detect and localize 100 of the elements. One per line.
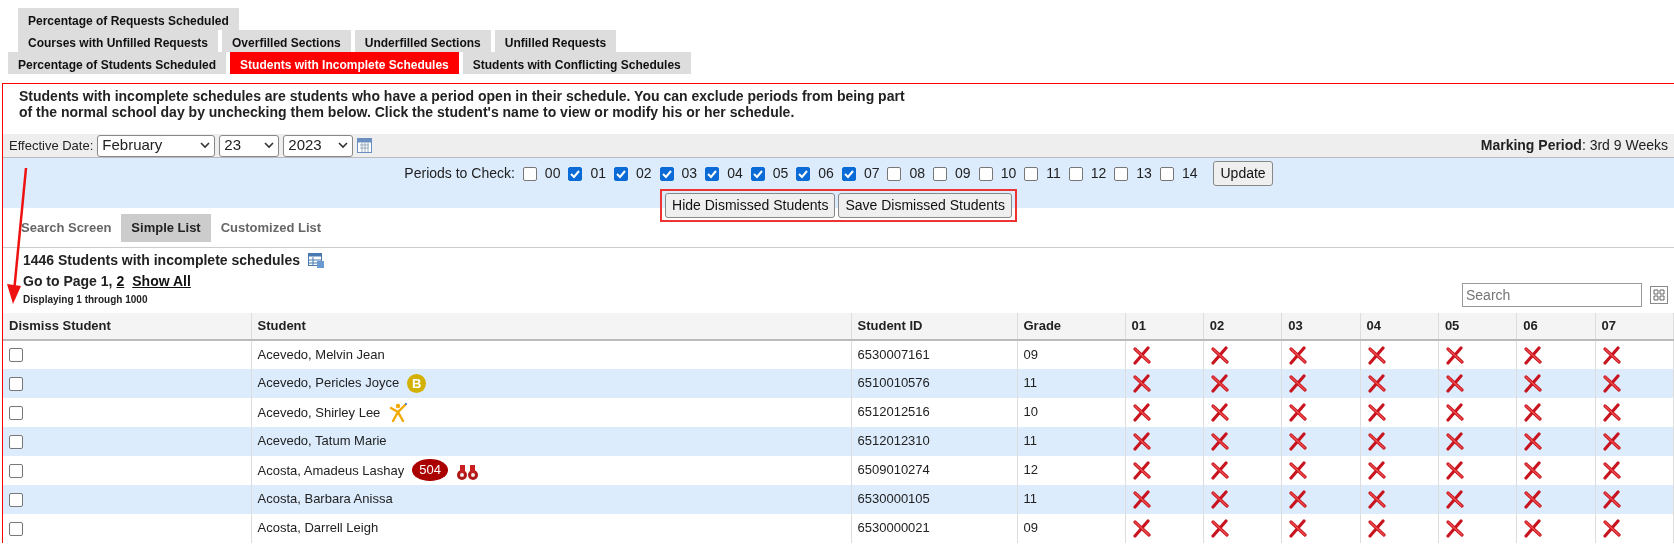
report-tab[interactable]: Overfilled Sections [222, 30, 351, 52]
period-label: 08 [909, 164, 926, 183]
period-checkbox[interactable] [841, 166, 856, 181]
report-tab[interactable]: Students with Incomplete Schedules [230, 52, 459, 74]
table-cell: 10 [1017, 397, 1125, 427]
student-link[interactable]: Acevedo, Shirley Lee [257, 402, 381, 422]
dismiss-checkbox[interactable] [9, 348, 23, 363]
column-header: 03 [1281, 312, 1361, 340]
period-checkbox[interactable] [978, 166, 993, 181]
student-link[interactable]: Acevedo, Tatum Marie [257, 431, 387, 451]
period-label: 09 [955, 164, 971, 183]
period-checkbox[interactable] [1068, 166, 1083, 181]
action-button[interactable]: Save Dismissed Students [838, 193, 1012, 218]
period-label: 12 [1090, 164, 1107, 183]
period-checkbox[interactable] [1024, 166, 1039, 181]
student-link[interactable]: Acevedo, Pericles Joyce [257, 373, 400, 393]
period-checkbox[interactable] [887, 166, 902, 181]
period-checkbox[interactable] [750, 166, 765, 181]
result-count: 1446 Students with incomplete schedules [23, 250, 300, 270]
report-tab[interactable]: Courses with Unfilled Requests [18, 30, 219, 52]
student-link[interactable]: Acevedo, Melvin Jean [257, 344, 385, 365]
dismiss-checkbox[interactable] [9, 434, 23, 449]
dismiss-checkbox[interactable] [9, 376, 23, 391]
search-field[interactable]: Search [1462, 282, 1642, 307]
period-checkbox[interactable] [933, 166, 948, 181]
action-button[interactable]: Hide Dismissed Students [665, 193, 836, 218]
table-cell: 6530007161 [851, 339, 1017, 369]
table-cell: 11 [1017, 368, 1125, 398]
report-tab[interactable]: Percentage of Requests Scheduled [18, 8, 239, 30]
column-header: 06 [1516, 312, 1596, 340]
coin-badge: B [407, 373, 427, 393]
update-button[interactable]: Update [1213, 161, 1273, 186]
date-dropdown[interactable]: February [97, 134, 216, 157]
student-link[interactable]: Acosta, Darrell Leigh [257, 518, 379, 538]
period-checkbox[interactable] [614, 166, 628, 181]
list-tab[interactable]: Customized List [210, 214, 332, 242]
table-cell: 6512012516 [851, 397, 1017, 427]
column-header: 02 [1203, 312, 1282, 340]
period-label: 05 [772, 164, 789, 183]
program-badge: 504 [412, 459, 448, 481]
field-label: Periods to Check: [404, 164, 515, 183]
column-header: 05 [1438, 312, 1517, 340]
table-cell: 09 [1017, 513, 1125, 543]
column-header: 01 [1125, 312, 1204, 340]
period-checkbox[interactable] [705, 166, 720, 181]
table-cell: 6509010274 [851, 455, 1017, 485]
report-tab[interactable]: Percentage of Students Scheduled [8, 52, 227, 74]
period-checkbox[interactable] [568, 166, 583, 181]
table-icon[interactable] [307, 252, 324, 268]
calendar-icon[interactable] [357, 138, 373, 153]
show-all-link[interactable]: Show All [132, 270, 191, 292]
marking-period-text: Marking Period: 3rd 9 Weeks [1480, 136, 1668, 155]
list-tab[interactable]: Simple List [121, 214, 211, 242]
report-tab[interactable]: Underfilled Sections [354, 30, 491, 52]
column-header: 04 [1360, 312, 1439, 340]
caret-icon [200, 142, 211, 149]
date-dropdown[interactable]: 23 [219, 134, 280, 157]
student-link[interactable]: Acosta, Barbara Anissa [257, 489, 393, 509]
period-label: 14 [1181, 164, 1198, 183]
period-label: 04 [727, 164, 743, 183]
table-cell: 6530000021 [851, 513, 1017, 543]
column-header: 07 [1595, 312, 1674, 340]
period-label: 00 [544, 164, 561, 183]
period-label: 13 [1136, 164, 1152, 183]
period-label: 10 [1000, 164, 1017, 183]
report-tab[interactable]: Students with Conflicting Schedules [462, 52, 691, 74]
dismiss-checkbox[interactable] [9, 405, 23, 420]
caret-icon [264, 142, 275, 149]
displaying-text: Displaying 1 through 1000 [23, 292, 149, 307]
table-cell: 09 [1017, 339, 1125, 369]
dismiss-checkbox[interactable] [9, 521, 23, 536]
description-text: Students with incomplete schedules are students who have a period open in their schedule. You can exclude periods from being part of the normal school day by unchecking them below. Click the student's name to view or modify his or her schedule. [18, 87, 906, 122]
period-checkbox[interactable] [1114, 166, 1129, 181]
column-header: Dismiss Student [3, 312, 251, 340]
column-header: Grade [1017, 312, 1125, 340]
field-label: Effective Date: [9, 136, 94, 155]
figure-icon [388, 402, 409, 422]
period-label: 03 [681, 164, 698, 183]
period-checkbox[interactable] [659, 166, 674, 181]
report-tab[interactable]: Unfilled Requests [494, 30, 617, 52]
period-checkbox[interactable] [1159, 166, 1174, 181]
period-checkbox[interactable] [796, 166, 811, 181]
date-dropdown[interactable]: 2023 [283, 134, 354, 157]
dismiss-checkbox[interactable] [9, 463, 23, 478]
grid-icon[interactable] [1650, 285, 1668, 304]
list-tab[interactable]: Search Screen [11, 214, 122, 242]
dismiss-checkbox[interactable] [9, 492, 23, 507]
table-cell: 11 [1017, 484, 1125, 514]
column-header: Student [251, 312, 851, 340]
table-cell: 6510010576 [851, 368, 1017, 398]
table-cell: 11 [1017, 426, 1125, 456]
pagination-label: Go to Page 1, [23, 271, 113, 291]
student-link[interactable]: Acosta, Amadeus Lashay [257, 461, 405, 481]
page-link[interactable]: 2 [116, 270, 125, 292]
table-cell: 6530000105 [851, 484, 1017, 514]
binoculars-icon [455, 462, 480, 481]
period-label: 07 [863, 164, 880, 183]
period-checkbox[interactable] [522, 166, 537, 181]
period-label: 06 [818, 164, 834, 183]
period-label: 01 [590, 164, 606, 183]
